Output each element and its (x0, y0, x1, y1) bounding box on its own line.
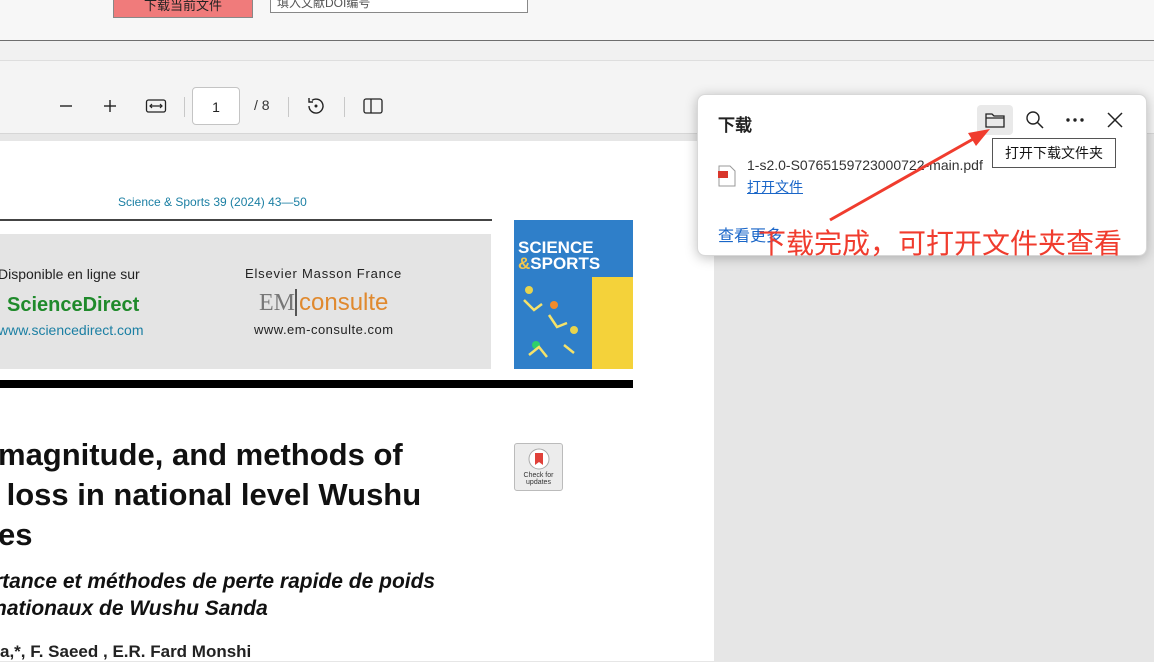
journal-reference[interactable]: Science & Sports 39 (2024) 43—50 (118, 195, 307, 209)
cover-title: SCIENCE &SPORTS (518, 239, 600, 272)
zoom-in-icon[interactable] (93, 89, 127, 123)
close-icon (1107, 112, 1123, 128)
article-title-french: rtance et méthodes de perte rapide de po… (0, 570, 436, 620)
available-online-label: Disponible en ligne sur (0, 266, 140, 282)
em-logo-left: EM (259, 290, 295, 316)
cover-figures-icon (523, 286, 578, 358)
title-rule (0, 380, 633, 388)
em-consulte-logo: EM consulte (259, 289, 389, 317)
pdf-file-icon (718, 165, 736, 187)
close-downloads-button[interactable] (1097, 105, 1133, 135)
viewer-spacer (0, 41, 1154, 61)
sciencedirect-link[interactable]: www.sciencedirect.com (0, 322, 144, 338)
web-page-header: 下载当前文件 填入文献DOI编号 (0, 0, 1154, 41)
check-for-updates-badge[interactable]: Check for updates (514, 443, 563, 491)
open-file-link[interactable]: 打开文件 (747, 177, 803, 197)
pdf-page: Science & Sports 39 (2024) 43—50 Disponi… (0, 141, 714, 661)
elsevier-label: Elsevier Masson France (245, 266, 403, 281)
article-title-english: magnitude, and methods of loss in nation… (0, 437, 422, 552)
page-total-label: / 8 (254, 97, 270, 113)
more-icon (1066, 118, 1084, 122)
check-for-updates-label: Check for updates (523, 472, 554, 486)
search-icon (1026, 111, 1044, 129)
header-rule (0, 219, 492, 221)
page-view-icon[interactable] (356, 89, 390, 123)
open-downloads-folder-button[interactable] (977, 105, 1013, 135)
rotate-icon[interactable] (299, 89, 333, 123)
cover-yellow-panel (592, 277, 633, 369)
annotation-text: 下载完成，可打开文件夹查看 (758, 228, 1123, 259)
bookmark-icon (528, 448, 550, 470)
fit-width-icon[interactable] (139, 89, 173, 123)
journal-cover-image: SCIENCE &SPORTS (514, 220, 633, 369)
authors-line: a,*, F. Saeed , E.R. Fard Monshi (0, 642, 252, 661)
sciencedirect-logo: ScienceDirect (7, 294, 140, 316)
zoom-out-icon[interactable] (49, 89, 83, 123)
folder-icon (985, 113, 1005, 128)
doi-input[interactable]: 填入文献DOI编号 (270, 0, 528, 13)
download-file-name[interactable]: 1-s2.0-S0765159723000722-main.pdf (747, 157, 983, 173)
downloads-title: 下载 (718, 116, 752, 135)
toolbar-separator (344, 97, 345, 117)
toolbar-separator (288, 97, 289, 117)
download-current-file-button[interactable]: 下载当前文件 (113, 0, 253, 18)
more-options-button[interactable] (1057, 105, 1093, 135)
page-number-input[interactable]: 1 (192, 87, 240, 125)
em-logo-right: consulte (295, 289, 389, 316)
em-consulte-link[interactable]: www.em-consulte.com (254, 322, 394, 337)
open-folder-tooltip: 打开下载文件夹 (992, 138, 1116, 168)
toolbar-separator (184, 97, 185, 117)
search-downloads-button[interactable] (1017, 105, 1053, 135)
publisher-banner: Disponible en ligne sur ScienceDirect ww… (0, 234, 491, 369)
